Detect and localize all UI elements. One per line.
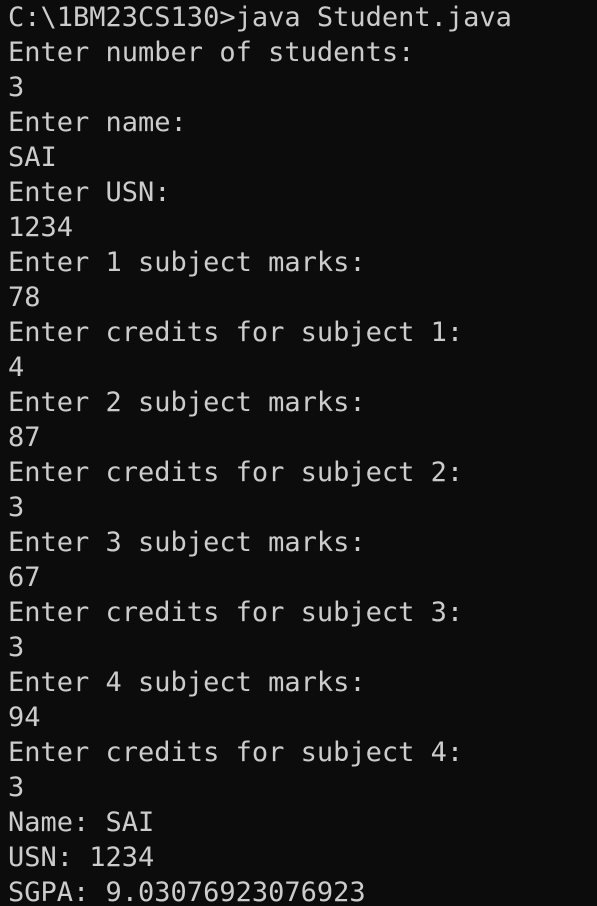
input-number-of-students: 3 <box>8 72 25 103</box>
input-usn: 1234 <box>8 212 74 243</box>
output-sgpa: SGPA: 9.03076923076923 <box>8 877 366 906</box>
input-subject-4-credits: 3 <box>8 772 25 803</box>
prompt-subject-4-credits: Enter credits for subject 4: <box>8 737 464 768</box>
output-usn: USN: 1234 <box>8 842 155 873</box>
prompt-subject-3-marks: Enter 3 subject marks: <box>8 527 366 558</box>
output-name: Name: SAI <box>8 807 155 838</box>
prompt-subject-1-marks: Enter 1 subject marks: <box>8 247 366 278</box>
input-subject-2-credits: 3 <box>8 492 25 523</box>
input-subject-2-marks: 87 <box>8 422 41 453</box>
command-prompt-line: C:\1BM23CS130>java Student.java <box>8 2 512 33</box>
prompt-number-of-students: Enter number of students: <box>8 37 415 68</box>
input-name: SAI <box>8 142 57 173</box>
input-subject-1-credits: 4 <box>8 352 25 383</box>
input-subject-4-marks: 94 <box>8 702 41 733</box>
prompt-subject-2-marks: Enter 2 subject marks: <box>8 387 366 418</box>
prompt-name: Enter name: <box>8 107 187 138</box>
input-subject-3-marks: 67 <box>8 562 41 593</box>
terminal-window[interactable]: C:\1BM23CS130>java Student.java Enter nu… <box>0 0 597 906</box>
input-subject-1-marks: 78 <box>8 282 41 313</box>
prompt-usn: Enter USN: <box>8 177 171 208</box>
prompt-subject-4-marks: Enter 4 subject marks: <box>8 667 366 698</box>
prompt-subject-2-credits: Enter credits for subject 2: <box>8 457 464 488</box>
prompt-subject-3-credits: Enter credits for subject 3: <box>8 597 464 628</box>
input-subject-3-credits: 3 <box>8 632 25 663</box>
prompt-subject-1-credits: Enter credits for subject 1: <box>8 317 464 348</box>
